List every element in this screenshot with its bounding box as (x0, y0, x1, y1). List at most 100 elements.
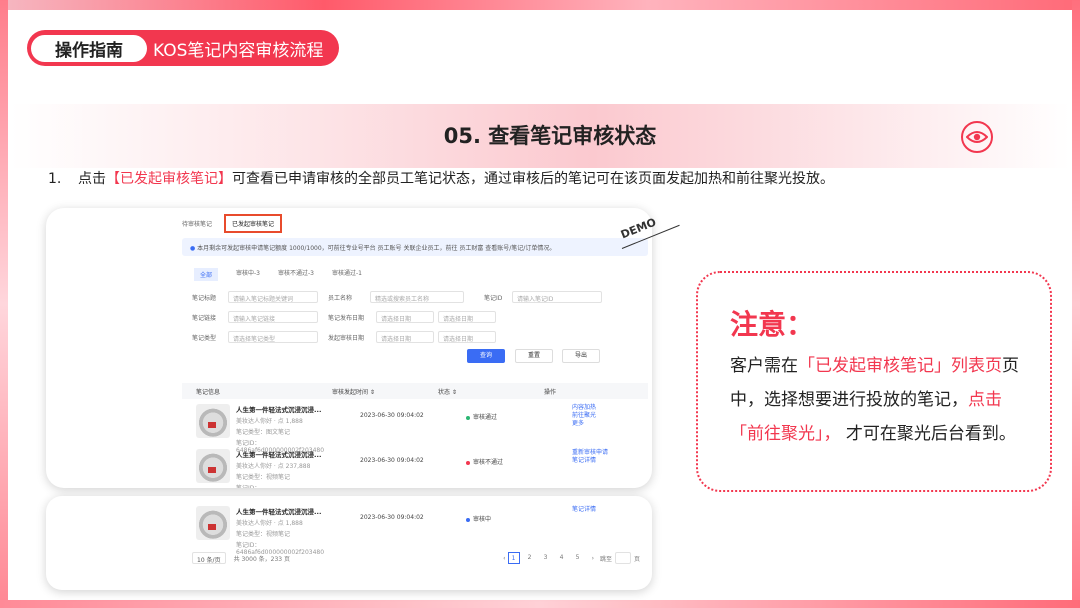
guide-label: 操作指南 (31, 34, 147, 62)
frame-left (0, 0, 8, 608)
page-4[interactable]: 4 (556, 552, 568, 564)
status-dot (466, 517, 470, 522)
screenshot-card-bottom: 人生第一件轻法式沉浸沉浸... 美妆达人你好 · 点 1,888 笔记类型：视频… (46, 496, 652, 590)
page-3[interactable]: 3 (540, 552, 552, 564)
header-pill: 操作指南 KOS笔记内容审核流程 (27, 30, 339, 66)
note-type-select[interactable]: 请选择笔记类型 (228, 331, 318, 343)
more-link[interactable]: 更多 (572, 420, 596, 428)
filter-row-1: 笔记标题 请输入笔记标题关键词 员工名称 精选或搜索员工名称 笔记ID 请输入笔… (192, 291, 602, 303)
publish-start-date[interactable]: 请选择日期 (376, 311, 434, 323)
note-detail-link[interactable]: 笔记详情 (572, 457, 608, 465)
step-highlight: 【已发起审核笔记】 (106, 171, 232, 187)
page-size-select[interactable]: 10 条/页 (192, 552, 226, 564)
col-actions: 操作 (544, 388, 557, 396)
col-audit-time[interactable]: 审核发起时间 ⇕ (332, 387, 438, 396)
reset-button[interactable]: 重置 (515, 349, 553, 363)
note-author: 美妆达人你好 · 点 237,888 (236, 463, 311, 470)
label-note-type: 笔记类型 (192, 334, 217, 342)
next-page-icon[interactable]: › (592, 555, 594, 562)
note-type: 笔记类型：视频笔记 (236, 531, 291, 538)
page-5[interactable]: 5 (572, 552, 584, 564)
note-type: 笔记类型：视频笔记 (236, 474, 291, 481)
filter-approved[interactable]: 审核通过-1 (332, 268, 362, 281)
status-cell: 审核不通过 (466, 457, 546, 466)
note-type: 笔记类型：图文笔记 (236, 429, 291, 436)
note-id-input[interactable]: 请输入笔记ID (512, 291, 602, 303)
note-title[interactable]: 人生第一件轻法式沉浸沉浸... (236, 449, 340, 459)
heat-link[interactable]: 内容加热 (572, 404, 596, 412)
label-note-link: 笔记链接 (192, 314, 217, 322)
prev-page-icon[interactable]: ‹ (503, 555, 505, 562)
note-meta: 人生第一件轻法式沉浸沉浸... 美妆达人你好 · 点 1,888 笔记类型：图文… (236, 404, 340, 454)
status-text: 审核通过 (473, 414, 498, 421)
audit-time: 2023-06-30 09:04:02 (360, 457, 424, 464)
filter-rejected[interactable]: 审核不通过-3 (278, 268, 314, 281)
frame-right (1072, 0, 1080, 608)
step-post: 可查看已申请审核的全部员工笔记状态，通过审核后的笔记可在该页面发起加热和前往聚光… (232, 171, 834, 187)
label-staff-name: 员工名称 (328, 294, 353, 302)
flow-label: KOS笔记内容审核流程 (153, 40, 324, 61)
step-number: 1. (48, 171, 62, 187)
row-actions: 笔记详情 (572, 506, 596, 514)
col-note-info: 笔记信息 (196, 388, 221, 396)
status-text: 审核不通过 (473, 459, 504, 466)
page-1[interactable]: 1 (507, 552, 520, 564)
note-title[interactable]: 人生第一件轻法式沉浸沉浸... (236, 404, 340, 414)
export-button[interactable]: 导出 (562, 349, 600, 363)
row-actions: 重新审核申请 笔记详情 (572, 449, 608, 465)
tab-submitted[interactable]: 已发起审核笔记 (224, 214, 283, 233)
go-spotlight-link[interactable]: 前往聚光 (572, 412, 596, 420)
audit-end-date[interactable]: 请选择日期 (438, 331, 496, 343)
col-status[interactable]: 状态 ⇕ (438, 387, 544, 396)
note-link-input[interactable]: 请输入笔记链接 (228, 311, 318, 323)
filter-row-3: 笔记类型 请选择笔记类型 发起审核日期 请选择日期 请选择日期 (192, 331, 496, 343)
filter-all[interactable]: 全部 (194, 268, 219, 281)
screenshot-tabs: 待审核笔记 已发起审核笔记 (182, 214, 283, 233)
audit-start-date[interactable]: 请选择日期 (376, 331, 434, 343)
audit-time: 2023-06-30 09:04:02 (360, 514, 424, 521)
page-label: 页 (633, 555, 640, 563)
pagination: 10 条/页 共 3000 条，233 页 ‹ 1 2 3 4 5 › 跳至 页 (192, 552, 640, 564)
page-2[interactable]: 2 (524, 552, 536, 564)
label-note-title: 笔记标题 (192, 294, 217, 302)
notice-box: 注意： 客户需在「已发起审核笔记」列表页页中，选择想要进行投放的笔记，点击「前往… (696, 271, 1052, 492)
info-icon: ● (190, 245, 196, 252)
note-title-input[interactable]: 请输入笔记标题关键词 (228, 291, 318, 303)
status-filter-tabs: 全部 审核中-3 审核不通过-3 审核通过-1 (194, 268, 362, 281)
table-header: 笔记信息 审核发起时间 ⇕ 状态 ⇕ 操作 (182, 383, 648, 399)
filter-reviewing[interactable]: 审核中-3 (236, 268, 260, 281)
table-row: 人生第一件轻法式沉浸沉浸... 美妆达人你好 · 点 1,888 笔记类型：图文… (182, 404, 648, 454)
note-thumbnail (196, 506, 230, 540)
notice-p1: 客户需在 (730, 356, 798, 376)
row-actions: 内容加热 前往聚光 更多 (572, 404, 596, 428)
staff-name-select[interactable]: 精选或搜索员工名称 (370, 291, 464, 303)
filter-row-2: 笔记链接 请输入笔记链接 笔记发布日期 请选择日期 请选择日期 (192, 311, 496, 323)
frame-top (0, 0, 1080, 10)
screenshot-content: 待审核笔记 已发起审核笔记 ● 本月剩余可发起审核申请笔记额度 1000/100… (182, 208, 648, 488)
label-note-id: 笔记ID (484, 294, 503, 302)
status-dot (466, 460, 470, 465)
note-author: 美妆达人你好 · 点 1,888 (236, 520, 303, 527)
section-title: 05. 查看笔记审核状态 (443, 124, 657, 148)
jump-input[interactable] (614, 552, 631, 564)
resubmit-link[interactable]: 重新审核申请 (572, 449, 608, 457)
note-meta: 人生第一件轻法式沉浸沉浸... 美妆达人你好 · 点 1,888 笔记类型：视频… (236, 506, 340, 556)
notice-title: 注意： (730, 308, 815, 341)
step-pre: 点击 (78, 171, 106, 187)
note-thumbnail (196, 449, 230, 483)
notice-p3: 才可在聚光后台看到。 (845, 424, 1016, 444)
eye-icon (961, 121, 993, 153)
note-meta: 人生第一件轻法式沉浸沉浸... 美妆达人你好 · 点 237,888 笔记类型：… (236, 449, 340, 488)
note-title[interactable]: 人生第一件轻法式沉浸沉浸... (236, 506, 340, 516)
info-text: 本月剩余可发起审核申请笔记额度 1000/1000，可前往专业号平台 员工账号 … (197, 245, 556, 252)
query-button[interactable]: 查询 (467, 349, 505, 363)
note-thumbnail (196, 404, 230, 438)
notice-text: 客户需在「已发起审核笔记」列表页页中，选择想要进行投放的笔记，点击「前往聚光」，… (730, 349, 1030, 451)
note-id: 笔记ID：6486af6d000000002f203480 (236, 483, 340, 488)
publish-end-date[interactable]: 请选择日期 (438, 311, 496, 323)
audit-time: 2023-06-30 09:04:02 (360, 412, 424, 419)
tab-pending[interactable]: 待审核笔记 (182, 219, 212, 228)
notice-h1: 「已发起审核笔记」列表页 (798, 356, 1002, 376)
note-detail-link[interactable]: 笔记详情 (572, 506, 596, 514)
info-banner: ● 本月剩余可发起审核申请笔记额度 1000/1000，可前往专业号平台 员工账… (182, 238, 648, 256)
